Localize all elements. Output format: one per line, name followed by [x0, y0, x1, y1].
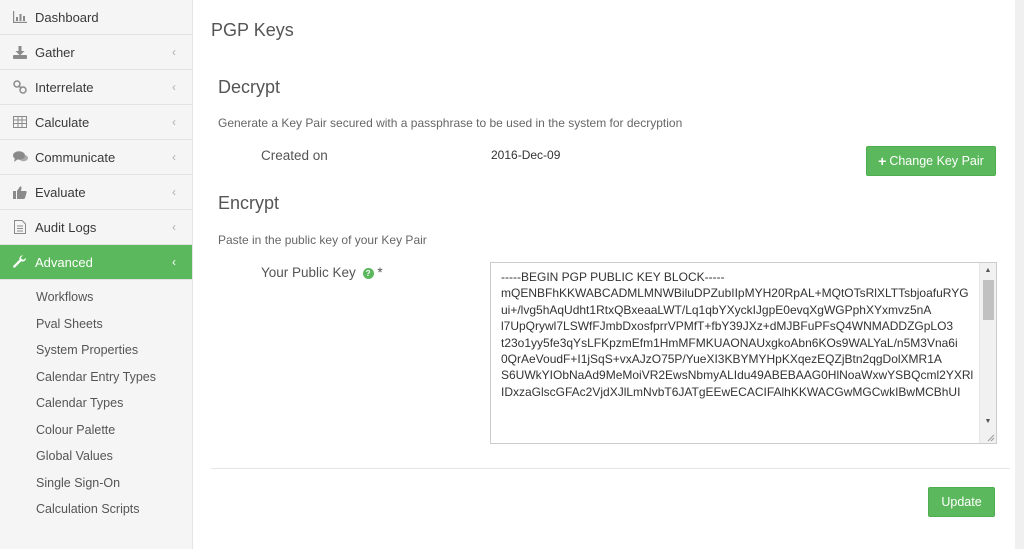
sidebar-item-label: Communicate — [35, 149, 116, 165]
textarea-scrollbar[interactable]: ▲ ▼ — [979, 263, 996, 443]
submenu-item-single-sign-on[interactable]: Single Sign-On — [0, 470, 192, 497]
created-on-label: Created on — [261, 148, 328, 163]
document-icon — [11, 220, 29, 234]
page-scrollbar[interactable] — [1015, 0, 1024, 549]
encrypt-section-title: Encrypt — [218, 193, 280, 213]
sidebar-item-evaluate[interactable]: Evaluate ‹ — [0, 175, 192, 210]
chevron-left-icon: ‹ — [172, 115, 176, 129]
sidebar-item-label: Calculate — [35, 114, 90, 130]
update-button[interactable]: Update — [928, 487, 995, 517]
chevron-left-icon: ‹ — [172, 80, 176, 94]
sidebar-item-communicate[interactable]: Communicate ‹ — [0, 140, 192, 175]
change-key-pair-button[interactable]: + Change Key Pair — [866, 146, 996, 176]
sidebar-item-label: Interrelate — [35, 79, 94, 95]
sidebar: Dashboard Gather ‹ Interrelate ‹ Calcula… — [0, 0, 193, 549]
scrollbar-thumb[interactable] — [983, 280, 994, 320]
sidebar-item-dashboard[interactable]: Dashboard — [0, 0, 192, 35]
chevron-left-icon: ‹ — [172, 255, 176, 269]
public-key-label-text: Your Public Key — [261, 265, 356, 280]
chevron-left-icon: ‹ — [172, 150, 176, 164]
chevron-left-icon: ‹ — [172, 185, 176, 199]
table-icon — [11, 115, 29, 129]
page-title: PGP Keys — [211, 20, 294, 40]
public-key-textarea[interactable]: -----BEGIN PGP PUBLIC KEY BLOCK----- mQE… — [490, 262, 997, 444]
resize-handle-icon[interactable] — [986, 433, 995, 442]
scroll-down-icon[interactable]: ▼ — [980, 414, 996, 429]
plus-icon: + — [878, 153, 887, 169]
public-key-label: Your Public Key ? * — [261, 265, 383, 280]
sidebar-item-gather[interactable]: Gather ‹ — [0, 35, 192, 70]
submenu-item-system-properties[interactable]: System Properties — [0, 337, 192, 364]
encrypt-help-text: Paste in the public key of your Key Pair — [218, 233, 427, 247]
sidebar-item-label: Audit Logs — [35, 219, 97, 235]
question-icon[interactable]: ? — [362, 267, 374, 279]
submenu-item-calendar-entry-types[interactable]: Calendar Entry Types — [0, 364, 192, 391]
scroll-up-icon[interactable]: ▲ — [980, 263, 996, 278]
main-content: PGP Keys Decrypt Generate a Key Pair sec… — [193, 0, 1024, 549]
sidebar-item-label: Evaluate — [35, 184, 86, 200]
submenu-item-calculation-scripts[interactable]: Calculation Scripts — [0, 496, 192, 523]
decrypt-section-title: Decrypt — [218, 77, 281, 97]
sidebar-item-label: Dashboard — [35, 9, 99, 25]
required-mark: * — [377, 265, 383, 280]
submenu-item-calendar-types[interactable]: Calendar Types — [0, 390, 192, 417]
download-icon — [11, 45, 29, 59]
sidebar-item-calculate[interactable]: Calculate ‹ — [0, 105, 192, 140]
sidebar-item-advanced[interactable]: Advanced ‹ — [0, 245, 192, 280]
submenu-item-global-values[interactable]: Global Values — [0, 443, 192, 470]
link-icon — [11, 80, 29, 94]
submenu-item-workflows[interactable]: Workflows — [0, 284, 192, 311]
chevron-left-icon: ‹ — [172, 45, 176, 59]
sidebar-item-audit-logs[interactable]: Audit Logs ‹ — [0, 210, 192, 245]
wrench-icon — [11, 255, 29, 269]
public-key-text: -----BEGIN PGP PUBLIC KEY BLOCK----- mQE… — [501, 270, 974, 399]
chevron-left-icon: ‹ — [172, 220, 176, 234]
advanced-submenu: Workflows Pval Sheets System Properties … — [0, 280, 192, 523]
decrypt-help-text: Generate a Key Pair secured with a passp… — [218, 116, 683, 130]
created-on-value: 2016-Dec-09 — [491, 148, 561, 162]
change-key-pair-label: Change Key Pair — [889, 154, 984, 168]
sidebar-item-interrelate[interactable]: Interrelate ‹ — [0, 70, 192, 105]
submenu-item-colour-palette[interactable]: Colour Palette — [0, 417, 192, 444]
sidebar-item-label: Advanced — [35, 254, 93, 270]
form-divider — [211, 468, 1010, 469]
thumbs-up-icon — [11, 185, 29, 199]
submenu-item-pval-sheets[interactable]: Pval Sheets — [0, 311, 192, 338]
sidebar-item-label: Gather — [35, 44, 75, 60]
comments-icon — [11, 150, 29, 164]
bar-chart-icon — [11, 10, 29, 24]
